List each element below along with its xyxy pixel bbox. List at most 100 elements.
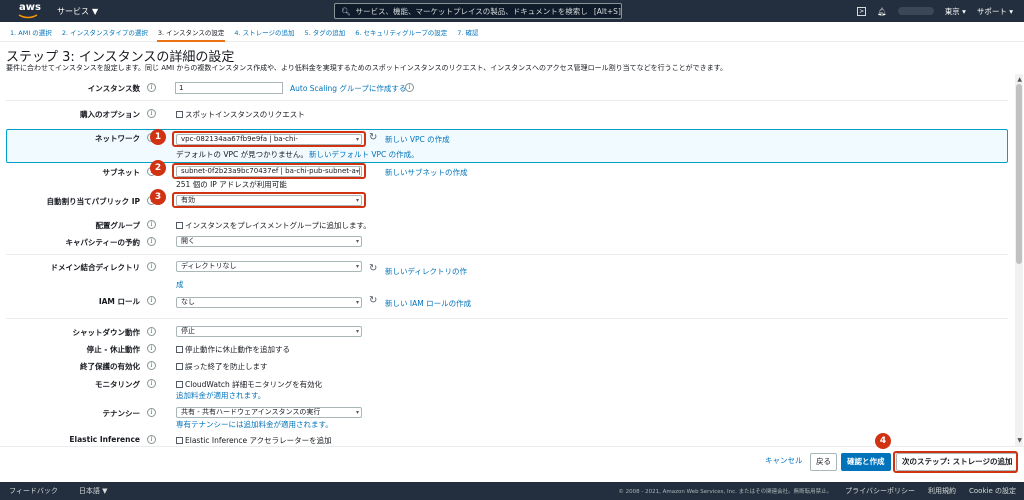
bell-icon[interactable]: 🔔︎ [877, 7, 887, 16]
new-iam-link[interactable]: 新しい IAM ロールの作成 [385, 298, 471, 309]
review-launch-button[interactable]: 確認と作成 [841, 453, 891, 471]
info-icon[interactable]: i [147, 296, 156, 305]
divider [6, 254, 1008, 255]
feedback-link[interactable]: フィードバック [9, 486, 58, 496]
search-box[interactable]: 🔍︎ サービス、機能、マーケットプレイスの製品、ドキュメントを検索し [Alt+… [334, 3, 622, 19]
checkbox-box[interactable] [176, 381, 183, 388]
info-icon[interactable]: i [147, 83, 156, 92]
stop-hibernate-label: 停止 - 休止動作 [86, 345, 140, 354]
language-menu[interactable]: 日本語 ▼ [79, 486, 108, 496]
info-icon[interactable]: i [147, 327, 156, 336]
elastic-inference-label: Elastic Inference [69, 435, 140, 444]
checkbox-box[interactable] [176, 437, 183, 444]
new-directory-link[interactable]: 新しいディレクトリの作 [385, 266, 467, 277]
search-placeholder: サービス、機能、マーケットプレイスの製品、ドキュメントを検索し [355, 6, 588, 16]
smile-icon [18, 14, 38, 19]
iam-select[interactable]: なし ▾ [176, 297, 362, 308]
instance-count-input[interactable]: 1 [175, 82, 283, 94]
network-note: デフォルトの VPC が見つかりません。 [176, 150, 308, 159]
refresh-icon[interactable]: ↻ [369, 263, 377, 274]
tab-storage[interactable]: 4. ストレージの追加 [229, 22, 299, 42]
info-icon[interactable]: i [147, 109, 156, 118]
tab-configure-instance[interactable]: 3. インスタンスの設定 [153, 22, 230, 42]
capacity-select[interactable]: 開く ▾ [176, 236, 362, 247]
new-directory-link-cont[interactable]: 成 [176, 279, 184, 290]
search-icon: 🔍︎ [341, 6, 351, 16]
checkbox-box[interactable] [176, 111, 183, 118]
purchase-label: 購入のオプション [80, 110, 140, 119]
tab-security-group[interactable]: 6. セキュリティグループの設定 [350, 22, 452, 42]
capacity-label: キャパシティーの予約 [65, 238, 140, 247]
divider [6, 100, 1008, 101]
info-icon[interactable]: i [147, 435, 156, 444]
caret-down-icon: ▼ [92, 6, 99, 16]
copyright: © 2008 - 2021, Amazon Web Services, Inc.… [618, 489, 833, 495]
checkbox-box[interactable] [176, 363, 183, 370]
asg-link[interactable]: Auto Scaling グループに作成する [290, 83, 406, 94]
scrollbar-thumb[interactable] [1016, 84, 1022, 264]
new-vpc-link[interactable]: 新しい VPC の作成 [385, 134, 450, 145]
privacy-link[interactable]: プライバシーポリシー [845, 486, 915, 496]
info-icon[interactable]: i [147, 237, 156, 246]
new-subnet-link[interactable]: 新しいサブネットの作成 [385, 167, 468, 178]
back-button[interactable]: 戻る [810, 453, 837, 471]
info-icon[interactable]: i [147, 361, 156, 370]
step-badge-4: 4 [875, 433, 891, 449]
elastic-inference-checkbox[interactable]: Elastic Inference アクセラレーターを追加 [176, 435, 332, 446]
region-menu[interactable]: 東京 ▾ [945, 6, 966, 17]
cancel-button[interactable]: キャンセル [760, 453, 808, 471]
scroll-down-icon[interactable]: ▼ [1017, 437, 1022, 444]
info-icon[interactable]: i [147, 344, 156, 353]
spot-checkbox[interactable]: スポットインスタンスのリクエスト [176, 109, 305, 120]
monitoring-checkbox[interactable]: CloudWatch 詳細モニタリングを有効化 [176, 379, 322, 390]
refresh-icon[interactable]: ↻ [369, 132, 377, 143]
support-menu[interactable]: サポート ▾ [977, 6, 1013, 17]
services-menu[interactable]: サービス ▼ [57, 6, 98, 17]
info-icon[interactable]: i [405, 83, 414, 92]
monitoring-note[interactable]: 追加料金が適用されます。 [176, 390, 265, 401]
tab-review[interactable]: 7. 確認 [452, 22, 483, 42]
footer: フィードバック 日本語 ▼ © 2008 - 2021, Amazon Web … [0, 482, 1024, 500]
checkbox-box[interactable] [176, 222, 183, 229]
tenancy-select[interactable]: 共有 - 共有ハードウェアインスタンスの実行 ▾ [176, 407, 362, 418]
top-navigation: aws サービス ▼ 🔍︎ サービス、機能、マーケットプレイスの製品、ドキュメン… [0, 0, 1024, 22]
aws-logo[interactable]: aws [17, 2, 43, 20]
termination-checkbox[interactable]: 誤った終了を防止します [176, 361, 268, 372]
info-icon[interactable]: i [147, 408, 156, 417]
refresh-icon[interactable]: ↻ [369, 295, 377, 306]
terms-link[interactable]: 利用規約 [928, 486, 956, 496]
domain-select[interactable]: ディレクトリなし ▾ [176, 261, 362, 272]
public-ip-label: 自動割り当てパブリック IP [46, 197, 140, 206]
iam-label: IAM ロール [98, 297, 140, 306]
highlight-box-1 [172, 131, 366, 147]
search-shortcut: [Alt+S] [593, 6, 621, 16]
info-icon[interactable]: i [147, 379, 156, 388]
placement-checkbox[interactable]: インスタンスをプレイスメントグループに追加します。 [176, 220, 371, 231]
stop-hibernate-checkbox[interactable]: 停止動作に休止動作を追加する [176, 344, 290, 355]
tenancy-note[interactable]: 専有テナンシーには追加料金が適用されます。 [176, 419, 333, 430]
network-label: ネットワーク [95, 134, 140, 143]
tab-ami[interactable]: 1. AMI の選択 [5, 22, 57, 42]
form-area: インスタンス数 i 1 Auto Scaling グループに作成する i 購入の… [0, 74, 1024, 446]
scrollbar[interactable] [1015, 74, 1023, 446]
count-label: インスタンス数 [87, 84, 140, 93]
cookie-settings-link[interactable]: Cookie の設定 [969, 486, 1016, 496]
highlight-box-3 [172, 192, 366, 208]
account-menu[interactable] [897, 7, 934, 15]
action-bar: キャンセル 戻る 確認と作成 次のステップ: ストレージの追加 4 [0, 433, 1024, 480]
info-icon[interactable]: i [147, 262, 156, 271]
shutdown-select[interactable]: 停止 ▾ [176, 326, 362, 337]
subnet-label: サブネット [102, 168, 141, 177]
tenancy-label: テナンシー [102, 409, 141, 418]
tab-instance-type[interactable]: 2. インスタンスタイプの選択 [57, 22, 153, 42]
wizard-tabs: 1. AMI の選択 2. インスタンスタイプの選択 3. インスタンスの設定 … [0, 22, 1024, 42]
caret-icon: ▾ [355, 409, 359, 416]
tab-tags[interactable]: 5. タグの追加 [299, 22, 350, 42]
highlight-box-2 [172, 163, 366, 179]
scroll-up-icon[interactable]: ▲ [1017, 76, 1022, 83]
checkbox-box[interactable] [176, 346, 183, 353]
cloudshell-icon[interactable]: > [857, 6, 867, 16]
new-default-vpc-link[interactable]: 新しいデフォルト VPC の作成。 [309, 149, 419, 160]
info-icon[interactable]: i [147, 220, 156, 229]
highlight-box-4 [893, 451, 1018, 473]
